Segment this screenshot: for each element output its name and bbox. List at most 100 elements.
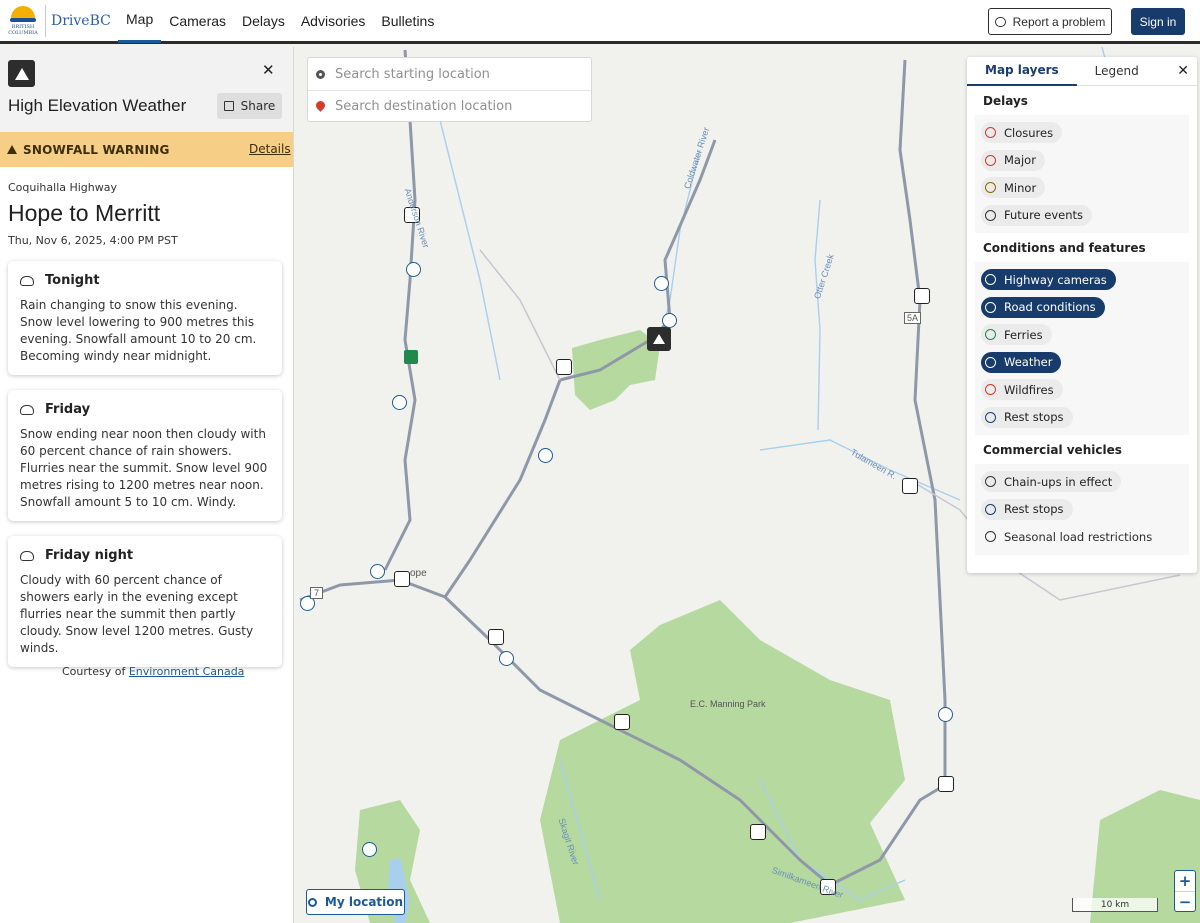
major-delay-icon	[985, 154, 996, 166]
sign-in-button[interactable]: Sign in	[1131, 8, 1185, 35]
warning-marker[interactable]	[647, 327, 671, 351]
forecast-timestamp: Thu, Nov 6, 2025, 4:00 PM PST	[8, 234, 178, 247]
layer-label: Seasonal load restrictions	[1004, 529, 1153, 544]
close-layers-button[interactable]: ✕	[1177, 63, 1189, 79]
map-layers-panel: Map layers Legend ✕ Delays Closures Major M…	[967, 57, 1197, 573]
camera-icon	[985, 274, 996, 286]
nav-map[interactable]: Map	[118, 0, 162, 43]
share-button[interactable]: Share	[217, 93, 282, 119]
chain-icon	[985, 476, 996, 488]
forecast-card-friday: Friday Snow ending near noon then cloudy…	[8, 390, 282, 521]
truck-icon	[985, 531, 996, 543]
weather-detail-panel: ✕ High Elevation Weather Share SNOWFALL …	[0, 47, 294, 923]
ferry-icon	[985, 329, 996, 341]
nav-delays[interactable]: Delays	[234, 0, 293, 43]
weather-icon	[985, 356, 996, 368]
forecast-card-tonight: Tonight Rain changing to snow this eveni…	[8, 261, 282, 375]
truck-rest-stop-icon	[985, 503, 996, 515]
layer-label: Rest stops	[1004, 502, 1064, 517]
warning-details-link[interactable]: Details	[249, 142, 291, 156]
destination-input[interactable]	[335, 99, 575, 114]
rest-stop-icon	[985, 411, 996, 423]
weather-station-icon[interactable]	[914, 288, 930, 304]
weather-station-icon[interactable]	[938, 776, 954, 792]
camera-marker[interactable]	[370, 564, 385, 579]
weather-station-icon[interactable]	[750, 824, 766, 840]
cloudy-night-icon	[20, 550, 34, 561]
camera-marker[interactable]	[406, 262, 421, 277]
minor-delay-icon	[985, 182, 996, 194]
road-conditions-icon	[985, 301, 996, 313]
camera-marker[interactable]	[938, 707, 953, 722]
environment-canada-link[interactable]: Environment Canada	[129, 665, 245, 678]
layer-section-title: Commercial vehicles	[983, 442, 1122, 457]
rain-snow-icon	[20, 275, 34, 286]
highway-7-shield: 7	[310, 587, 324, 599]
nav-cameras[interactable]: Cameras	[161, 0, 234, 43]
layer-item: Ferries	[975, 321, 1189, 349]
layer-label: Major	[1004, 153, 1036, 168]
camera-marker[interactable]	[654, 276, 669, 291]
zoom-controls: + −	[1174, 870, 1196, 912]
tab-map-layers[interactable]: Map layers	[967, 57, 1077, 86]
share-icon	[223, 101, 234, 111]
layer-label: Weather	[1004, 355, 1053, 370]
weather-station-icon[interactable]	[902, 478, 918, 494]
weather-station-icon[interactable]	[614, 714, 630, 730]
layer-toggle-closures[interactable]: Closures	[981, 122, 1063, 144]
layer-toggle-weather[interactable]: Weather	[981, 351, 1062, 373]
weather-station-icon[interactable]	[556, 359, 572, 375]
road-condition-marker[interactable]	[488, 629, 504, 645]
layer-item: Closures	[975, 119, 1189, 147]
layer-toggle-major[interactable]: Major	[981, 149, 1045, 171]
layer-toggle-wildfires[interactable]: Wildfires	[981, 379, 1063, 401]
layer-section: Highway cameras Road conditions Ferries Wea…	[975, 262, 1189, 435]
highway-5a	[898, 59, 947, 790]
layer-toggle-rest-stops[interactable]: Rest stops	[981, 498, 1073, 520]
layer-toggle-ferries[interactable]: Ferries	[981, 324, 1052, 346]
courtesy-prefix: Courtesy of	[62, 665, 126, 678]
destination-pin-icon	[316, 101, 325, 113]
start-location-row	[308, 58, 591, 90]
highway-name: Coquihalla Highway	[8, 181, 118, 194]
camera-marker[interactable]	[392, 395, 407, 410]
zoom-out-button[interactable]: −	[1175, 891, 1195, 911]
camera-marker[interactable]	[538, 448, 553, 463]
layer-item: Highway cameras	[975, 266, 1189, 294]
warning-icon	[8, 60, 35, 87]
close-panel-button[interactable]: ✕	[262, 61, 275, 79]
layer-toggle-chain-ups-in-effect[interactable]: Chain-ups in effect	[981, 471, 1122, 493]
layer-toggle-minor[interactable]: Minor	[981, 177, 1046, 199]
my-location-button[interactable]: My location	[306, 889, 405, 915]
destination-row	[308, 90, 591, 122]
layer-toggle-road-conditions[interactable]: Road conditions	[981, 296, 1105, 318]
layer-item: Road conditions	[975, 294, 1189, 322]
layer-toggle-rest-stops[interactable]: Rest stops	[981, 406, 1073, 428]
zoom-in-button[interactable]: +	[1175, 871, 1195, 891]
layer-label: Wildfires	[1004, 382, 1054, 397]
my-location-label: My location	[324, 895, 404, 909]
camera-marker[interactable]	[499, 651, 514, 666]
nav-bulletins[interactable]: Bulletins	[373, 0, 442, 43]
snowfall-warning-banner: SNOWFALL WARNING Details	[0, 132, 293, 167]
tab-legend[interactable]: Legend	[1077, 57, 1157, 86]
start-location-input[interactable]	[335, 66, 575, 82]
camera-marker[interactable]	[362, 842, 377, 857]
forecast-text: Cloudy with 60 percent chance of showers…	[20, 573, 254, 655]
layer-label: Rest stops	[1004, 410, 1064, 425]
camera-marker[interactable]	[662, 313, 677, 328]
layer-toggle-seasonal-load-restrictions[interactable]: Seasonal load restrictions	[981, 530, 1152, 544]
highway-1	[383, 49, 417, 571]
report-problem-label: Report a problem	[1012, 14, 1106, 29]
road-condition-marker[interactable]	[394, 571, 410, 587]
manning-park-label: E.C. Manning Park	[690, 699, 766, 709]
layer-toggle-highway-cameras[interactable]: Highway cameras	[981, 269, 1116, 291]
report-problem-button[interactable]: Report a problem	[988, 8, 1112, 35]
main-nav: Map Cameras Delays Advisories Bulletins	[118, 0, 442, 43]
layer-item: Chain-ups in effect	[975, 468, 1189, 496]
layer-toggle-future-events[interactable]: Future events	[981, 204, 1093, 226]
start-point-icon	[316, 69, 325, 79]
nav-advisories[interactable]: Advisories	[293, 0, 374, 43]
layer-section: Closures Major Minor Future events	[975, 115, 1189, 233]
drivebc-logo[interactable]: BRITISH COLUMBIA DriveBC	[0, 0, 112, 43]
